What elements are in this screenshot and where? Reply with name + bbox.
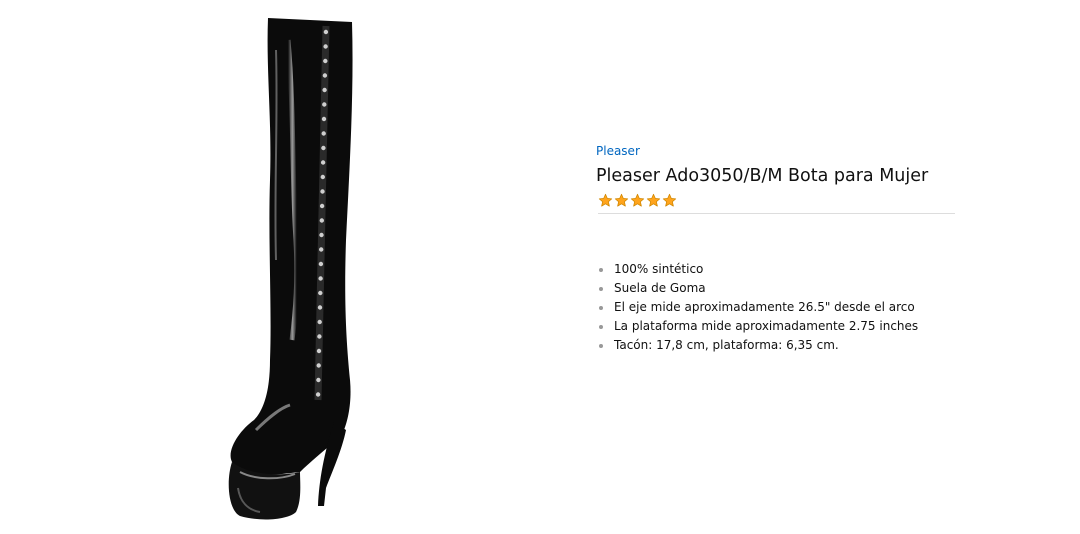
star-filled-icon — [662, 193, 677, 206]
brand-link[interactable]: Pleaser — [596, 143, 640, 159]
star-rating[interactable] — [596, 191, 956, 209]
product-info: Pleaser Pleaser Ado3050/B/M Bota para Mu… — [596, 140, 956, 355]
eyelet — [321, 116, 327, 122]
eyelet — [315, 392, 321, 397]
feature-bullet: La plataforma mide aproximadamente 2.75 … — [599, 317, 956, 336]
eyelet — [321, 131, 326, 136]
eyelet — [320, 189, 325, 194]
eyelet — [323, 58, 328, 64]
eyelet — [318, 290, 323, 296]
eyelet — [322, 73, 328, 78]
eyelet — [316, 348, 322, 354]
feature-bullet: 100% sintético — [599, 260, 956, 279]
star-filled-icon — [598, 193, 613, 206]
eyelet — [319, 232, 324, 238]
eyelet — [316, 363, 321, 368]
star-filled-icon — [630, 193, 645, 206]
eyelet — [320, 174, 325, 180]
star-filled-icon — [646, 193, 661, 206]
product-image[interactable] — [200, 10, 400, 525]
feature-bullet: Suela de Goma — [599, 279, 956, 298]
eyelet — [322, 87, 327, 93]
eyelet — [316, 377, 321, 383]
eyelet — [319, 203, 325, 209]
eyelet — [321, 145, 326, 151]
eyelet — [318, 261, 324, 267]
eyelet — [322, 102, 327, 107]
divider — [597, 213, 955, 214]
boot-image — [228, 18, 353, 520]
feature-bullet: Tacón: 17,8 cm, plataforma: 6,35 cm. — [599, 336, 956, 355]
eyelet — [323, 44, 328, 49]
eyelet — [317, 334, 322, 339]
feature-bullet: El eje mide aproximadamente 26.5" desde … — [599, 298, 956, 317]
star-filled-icon — [614, 193, 629, 206]
eyelet — [318, 276, 323, 281]
eyelet — [323, 29, 329, 35]
product-title: Pleaser Ado3050/B/M Bota para Mujer — [596, 166, 929, 186]
feature-bullets: 100% sintético Suela de Goma El eje mide a… — [596, 260, 956, 355]
eyelet — [317, 319, 322, 325]
eyelet — [320, 160, 326, 165]
eyelet — [317, 305, 323, 310]
eyelet — [319, 218, 324, 223]
eyelet — [319, 247, 324, 252]
